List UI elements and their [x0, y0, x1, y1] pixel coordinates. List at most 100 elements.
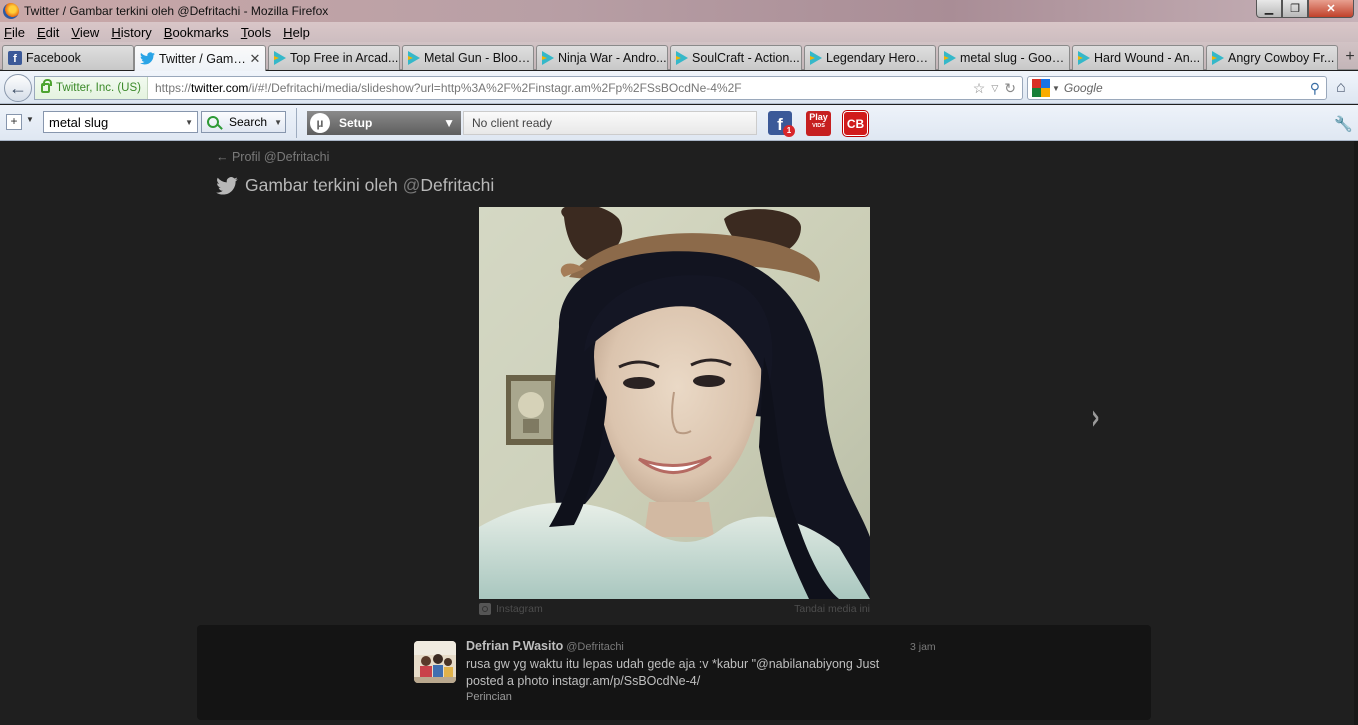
google-icon	[1032, 79, 1050, 97]
facebook-icon: f	[8, 51, 22, 65]
chevron-down-icon[interactable]: ▼	[274, 118, 282, 127]
utorrent-status: No client ready	[463, 111, 757, 135]
utorrent-setup-button[interactable]: µ Setup ▼	[307, 111, 461, 135]
wrench-icon[interactable]: 🔧	[1334, 115, 1353, 133]
url-text[interactable]: https://twitter.com/i/#!/Defritachi/medi…	[155, 81, 973, 95]
url-bar-icons: ☆ ▽ ↻	[973, 80, 1016, 97]
search-icon	[207, 116, 219, 128]
addon-toolbar: + ▼ metal slug ▼ Search ▼ µ Setup ▼ No c…	[0, 105, 1358, 141]
google-play-icon	[676, 51, 688, 65]
tab-angry-cowboy[interactable]: Angry Cowboy Fr...	[1206, 45, 1338, 70]
url-domain: twitter.com	[191, 81, 249, 95]
menu-tools[interactable]: Tools	[241, 25, 271, 40]
twitter-bird-icon	[216, 176, 238, 195]
history-dropdown-icon[interactable]: ▽	[991, 83, 998, 94]
avatar[interactable]	[414, 641, 456, 683]
playvids-icon[interactable]: Play VIDS	[806, 111, 831, 136]
tab-twitter[interactable]: Twitter / Gamb... ✕	[134, 45, 266, 71]
menu-edit[interactable]: Edit	[37, 25, 59, 40]
tab-label: Ninja War - Andro...	[558, 51, 667, 65]
tab-facebook[interactable]: f Facebook	[2, 45, 134, 70]
tab-label: Hard Wound - An...	[1094, 51, 1201, 65]
tab-metal-slug[interactable]: metal slug - Goog...	[938, 45, 1070, 70]
url-path: /i/#!/Defritachi/media/slideshow?url=htt…	[248, 81, 742, 95]
tab-hard-wound[interactable]: Hard Wound - An...	[1072, 45, 1204, 70]
search-button-label: Search	[229, 115, 268, 129]
menu-file[interactable]: File	[4, 25, 25, 40]
firefox-logo-icon	[3, 3, 19, 19]
photo-image	[479, 207, 870, 599]
tab-label: Angry Cowboy Fr...	[1228, 51, 1335, 65]
bookmark-star-icon[interactable]: ☆	[973, 80, 986, 97]
page-content: ← Profil @Defritachi Gambar terkini oleh…	[0, 141, 1358, 725]
google-play-icon	[408, 51, 420, 65]
back-to-profile-link[interactable]: ← Profil @Defritachi	[216, 150, 329, 164]
notification-badge: 1	[783, 125, 795, 137]
photo-meta-row: Instagram Tandai media ini	[479, 603, 870, 615]
add-dropdown-icon[interactable]: ▼	[26, 115, 34, 124]
menu-history[interactable]: History	[111, 25, 151, 40]
new-tab-button[interactable]: +	[1342, 46, 1358, 70]
avatar-image	[414, 641, 456, 683]
tab-label: SoulCraft - Action...	[692, 51, 800, 65]
minimize-button[interactable]: ▁	[1256, 0, 1282, 18]
reload-icon[interactable]: ↻	[1004, 80, 1016, 97]
google-play-icon	[810, 51, 822, 65]
menu-view[interactable]: View	[71, 25, 99, 40]
tweet-author-handle: @Defritachi	[566, 641, 624, 653]
page-title: Gambar terkini oleh @ Defritachi	[216, 175, 494, 196]
tag-media-link[interactable]: Tandai media ini	[794, 603, 870, 615]
window-title-bar: Twitter / Gambar terkini oleh @Defritach…	[0, 0, 1358, 22]
utorrent-icon: µ	[310, 113, 330, 133]
tab-label: Facebook	[26, 51, 81, 65]
add-button[interactable]: +	[6, 114, 22, 130]
tab-label: Legendary Heroes...	[826, 51, 935, 65]
tab-label: Twitter / Gamb...	[159, 51, 248, 66]
close-window-button[interactable]: ✕	[1308, 0, 1354, 18]
title-prefix: Gambar terkini oleh	[245, 175, 403, 195]
web-search-box[interactable]: ▼ Google ⚲	[1027, 76, 1327, 100]
playvids-label: Play	[809, 112, 828, 122]
tab-top-free-arcade[interactable]: Top Free in Arcad...	[268, 45, 400, 70]
home-icon[interactable]: ⌂	[1336, 79, 1354, 97]
cb-icon[interactable]: CB	[843, 111, 868, 136]
site-identity-button[interactable]: Twitter, Inc. (US)	[35, 77, 148, 99]
facebook-icon[interactable]: f1	[768, 111, 795, 137]
toolbar-search-input[interactable]: metal slug ▼	[43, 111, 198, 133]
back-button[interactable]: ←	[4, 74, 32, 102]
toolbar-divider	[296, 108, 297, 138]
site-identity-label: Twitter, Inc. (US)	[56, 82, 141, 94]
search-placeholder: Google	[1063, 81, 1103, 95]
lock-icon	[41, 79, 52, 93]
toolbar-search-button[interactable]: Search ▼	[201, 111, 286, 133]
playvids-sub-label: VIDS	[812, 123, 825, 129]
tweet-author[interactable]: Defrian P.Wasito @Defritachi	[466, 639, 624, 653]
google-play-icon	[274, 51, 286, 65]
tweet-timestamp[interactable]: 3 jam	[910, 641, 936, 653]
google-play-icon	[542, 51, 554, 65]
photo-source[interactable]: Instagram	[479, 603, 543, 615]
tab-label: Metal Gun - Blood...	[424, 51, 533, 65]
menu-bookmarks[interactable]: Bookmarks	[164, 25, 229, 40]
maximize-button[interactable]: ❐	[1282, 0, 1308, 18]
search-engine-dropdown-icon[interactable]: ▼	[1052, 84, 1060, 93]
tab-soulcraft[interactable]: SoulCraft - Action...	[670, 45, 802, 70]
search-icon[interactable]: ⚲	[1310, 80, 1320, 97]
menu-help[interactable]: Help	[283, 25, 310, 40]
tweet-card: Defrian P.Wasito @Defritachi 3 jam rusa g…	[197, 625, 1151, 720]
tweet-details-link[interactable]: Perincian	[466, 691, 512, 703]
title-at: @	[402, 175, 421, 195]
chevron-down-icon[interactable]: ▼	[185, 118, 193, 127]
tab-ninja-war[interactable]: Ninja War - Andro...	[536, 45, 668, 70]
page-scrollbar[interactable]	[1354, 141, 1358, 725]
tab-legendary-heroes[interactable]: Legendary Heroes...	[804, 45, 936, 70]
title-username[interactable]: Defritachi	[420, 175, 494, 196]
url-bar[interactable]: Twitter, Inc. (US) https://twitter.com/i…	[34, 76, 1023, 100]
slideshow-photo[interactable]	[479, 207, 870, 599]
google-play-icon	[944, 51, 956, 65]
tab-label: metal slug - Goog...	[960, 51, 1069, 65]
close-tab-icon[interactable]: ✕	[248, 51, 262, 67]
next-photo-button[interactable]: ›	[1091, 397, 1100, 438]
tweet-text: rusa gw yg waktu itu lepas udah gede aja…	[466, 657, 880, 688]
tab-metal-gun[interactable]: Metal Gun - Blood...	[402, 45, 534, 70]
